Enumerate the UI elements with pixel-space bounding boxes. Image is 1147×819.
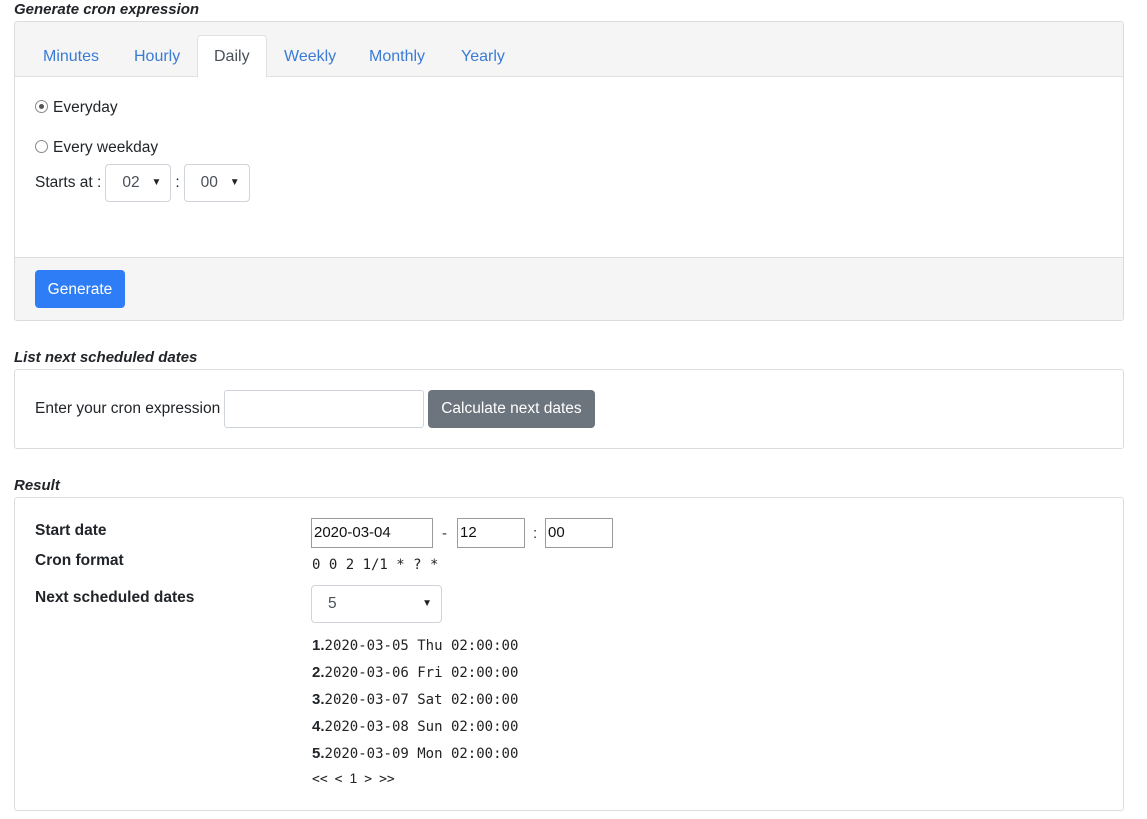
generate-card: Minutes Hourly Daily Weekly Monthly Year… (14, 21, 1124, 321)
starts-at-row: Starts at : 02 ▼ : 00 ▼ (35, 164, 250, 202)
date-time-dash: - (442, 525, 447, 542)
date-value: 2020-03-05 Thu 02:00:00 (324, 638, 519, 654)
tab-hourly[interactable]: Hourly (117, 35, 197, 77)
pagination: << < 1 > >> (312, 770, 395, 787)
everyday-radio[interactable] (35, 99, 48, 113)
minute-select-value: 00 (200, 174, 218, 191)
pager-prev[interactable]: < (335, 772, 343, 787)
tab-monthly[interactable]: Monthly (352, 35, 442, 77)
date-index: 5. (312, 745, 325, 762)
tab-daily[interactable]: Daily (197, 35, 267, 78)
tab-weekly[interactable]: Weekly (267, 35, 353, 77)
tab-minutes[interactable]: Minutes (26, 35, 116, 77)
calculate-next-dates-button[interactable]: Calculate next dates (428, 390, 595, 428)
date-index: 3. (312, 691, 325, 708)
generate-section-title: Generate cron expression (14, 1, 200, 18)
list-section-title: List next scheduled dates (14, 349, 198, 366)
cron-input-row: Enter your cron expression Calculate nex… (35, 390, 595, 428)
next-scheduled-label: Next scheduled dates (35, 589, 195, 606)
scheduled-date-item: 2. 2020-03-06 Fri 02:00:00 (312, 664, 518, 681)
date-value: 2020-03-06 Fri 02:00:00 (324, 665, 519, 681)
list-card: Enter your cron expression Calculate nex… (14, 369, 1124, 449)
start-hour-input[interactable]: 12 (457, 518, 525, 548)
generate-button[interactable]: Generate (35, 270, 125, 308)
date-index: 4. (312, 718, 325, 735)
every-weekday-label: Every weekday (53, 139, 159, 156)
next-count-select[interactable]: 5 ▼ (311, 585, 442, 623)
scheduled-date-item: 1. 2020-03-05 Thu 02:00:00 (312, 637, 518, 654)
every-weekday-radio[interactable] (35, 139, 48, 153)
start-minute-input[interactable]: 00 (545, 518, 613, 548)
pager-first[interactable]: << (312, 772, 328, 787)
pager-page[interactable]: 1 (349, 770, 357, 786)
hour-select-value: 02 (122, 174, 140, 191)
date-value: 2020-03-08 Sun 02:00:00 (324, 719, 519, 735)
every-weekday-option[interactable]: Every weekday (35, 139, 158, 157)
result-card: Start date 2020-03-04 - 12 : 00 Cron for… (14, 497, 1124, 811)
everyday-option[interactable]: Everyday (35, 99, 118, 117)
scheduled-date-item: 3. 2020-03-07 Sat 02:00:00 (312, 691, 518, 708)
minute-select[interactable]: 00 ▼ (183, 164, 250, 202)
tab-bar: Minutes Hourly Daily Weekly Monthly Year… (15, 22, 1123, 78)
cron-expression-input[interactable] (224, 390, 425, 428)
pager-last[interactable]: >> (379, 772, 395, 787)
date-value: 2020-03-09 Mon 02:00:00 (324, 746, 519, 762)
date-index: 2. (312, 664, 325, 681)
cron-format-value: 0 0 2 1/1 * ? * (312, 557, 439, 573)
pager-next[interactable]: > (364, 772, 372, 787)
cron-input-label: Enter your cron expression (35, 400, 221, 417)
start-date-label: Start date (35, 522, 107, 539)
date-index: 1. (312, 637, 325, 654)
scheduled-date-item: 4. 2020-03-08 Sun 02:00:00 (312, 718, 518, 735)
hour-select[interactable]: 02 ▼ (105, 164, 172, 202)
caret-down-icon: ▼ (229, 177, 240, 188)
tab-yearly[interactable]: Yearly (444, 35, 522, 77)
generate-footer: Generate (15, 257, 1123, 320)
caret-down-icon: ▼ (422, 598, 432, 609)
cron-format-label: Cron format (35, 552, 124, 569)
start-date-input[interactable]: 2020-03-04 (311, 518, 433, 548)
next-count-value: 5 (328, 595, 337, 612)
caret-down-icon: ▼ (151, 177, 162, 188)
result-section-title: Result (14, 477, 60, 494)
start-time-colon: : (533, 525, 538, 542)
time-colon: : (175, 174, 180, 191)
starts-at-label: Starts at : (35, 174, 102, 191)
scheduled-date-item: 5. 2020-03-09 Mon 02:00:00 (312, 745, 518, 762)
date-value: 2020-03-07 Sat 02:00:00 (324, 692, 519, 708)
everyday-label: Everyday (53, 99, 118, 116)
